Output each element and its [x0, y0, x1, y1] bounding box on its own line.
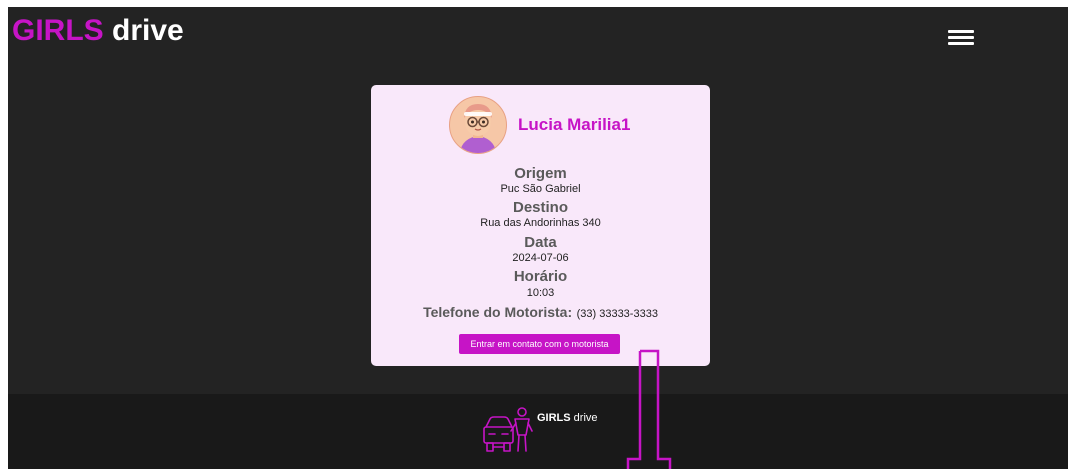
hamburger-icon[interactable]: [948, 30, 974, 46]
contact-driver-button[interactable]: Entrar em contato com o motorista: [459, 334, 620, 354]
down-arrow-outline-icon: [626, 349, 672, 469]
date-value: 2024-07-06: [512, 252, 569, 264]
brand-accent-text: GIRLS: [12, 14, 104, 47]
avatar: [449, 96, 507, 154]
brand-rest-text: drive: [103, 14, 184, 47]
driver-phone-row: Telefone do Motorista: (33) 33333-3333: [371, 304, 710, 322]
time-value: 10:03: [526, 287, 555, 299]
car-and-woman-logo-icon: [483, 407, 533, 452]
phone-label: Telefone do Motorista:: [423, 304, 573, 320]
footer-brand: GIRLS drive: [537, 412, 598, 424]
phone-value: (33) 33333-3333: [576, 308, 658, 320]
date-label: Data: [524, 234, 557, 251]
app-page: GIRLS drive Lucia Marilia1 Origem Puc Sã…: [8, 7, 1068, 469]
time-label: Horário: [513, 268, 568, 285]
footer: GIRLS drive: [8, 394, 1068, 469]
brand-logo[interactable]: GIRLS drive: [12, 13, 184, 49]
footer-brand-rest: drive: [570, 412, 598, 424]
footer-brand-bold: GIRLS: [537, 412, 571, 424]
origin-value: Puc São Gabriel: [500, 183, 581, 195]
origin-label: Origem: [514, 165, 567, 182]
ride-details-card: Lucia Marilia1 Origem Puc São Gabriel De…: [371, 85, 710, 366]
driver-name: Lucia Marilia1: [518, 115, 631, 134]
destination-label: Destino: [512, 199, 568, 216]
destination-value: Rua das Andorinhas 340: [480, 217, 601, 229]
